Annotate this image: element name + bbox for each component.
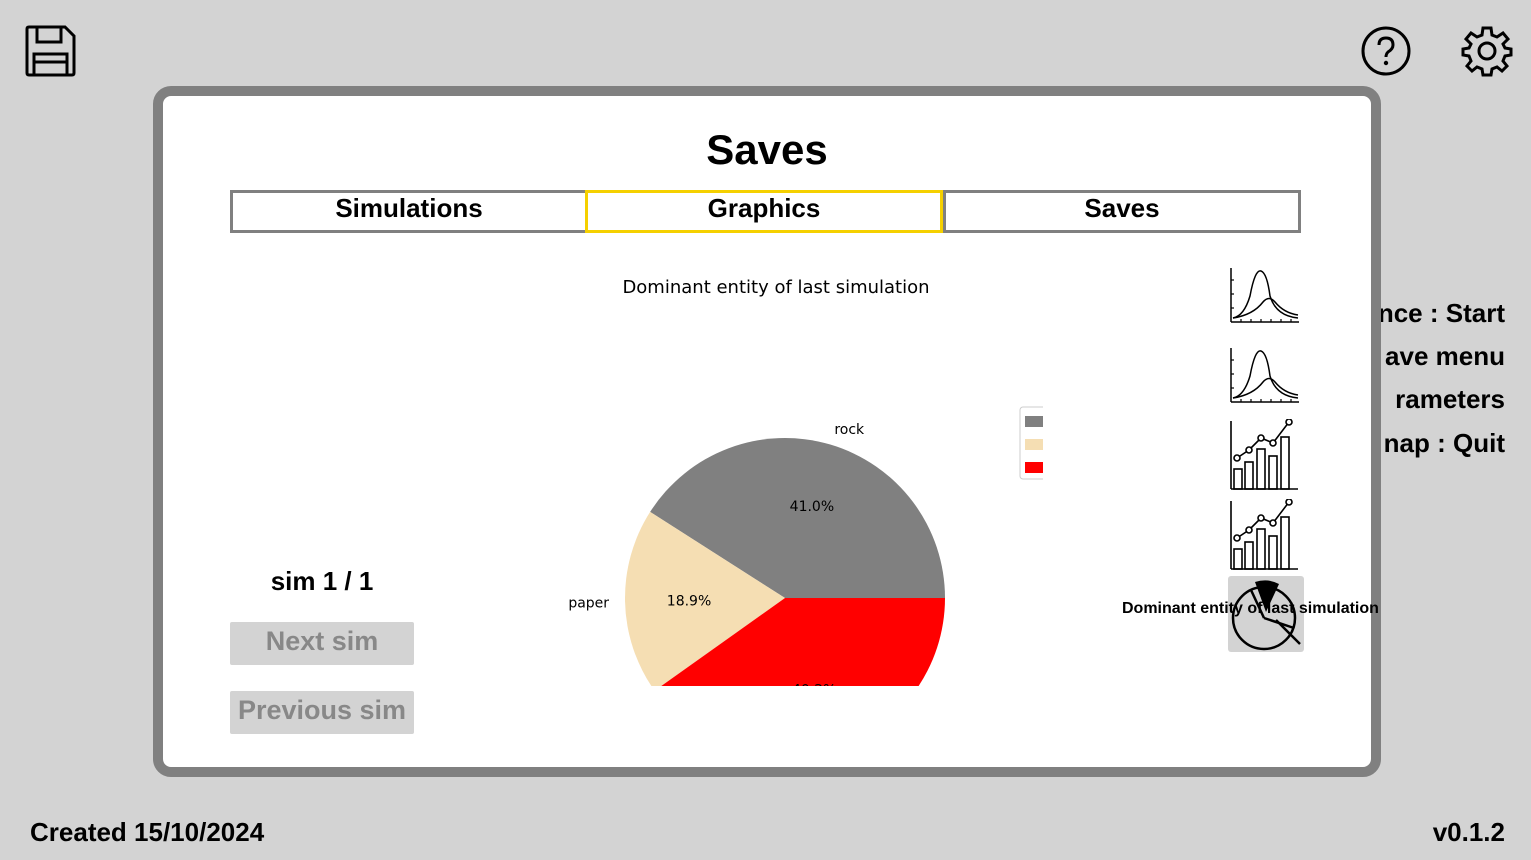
chart-legend: rockpaperscissors (1019, 406, 1043, 480)
legend-swatch-paper (1025, 439, 1043, 450)
help-icon[interactable] (1360, 25, 1412, 77)
pie-value-label-paper: 18.9% (667, 593, 711, 609)
chart-title: Dominant entity of last simulation (622, 277, 929, 298)
legend-swatch-scissors (1025, 462, 1043, 473)
modal-title: Saves (706, 126, 828, 173)
chart-thumbnail-distribution-2[interactable] (1228, 346, 1300, 404)
help-line-start: nce : Start (1377, 298, 1505, 328)
created-date: Created 15/10/2024 (30, 817, 265, 847)
pie-value-label-rock: 41.0% (790, 499, 834, 515)
help-line-quit: nap : Quit (1383, 428, 1505, 458)
chart-thumbnail-distribution-1[interactable] (1228, 266, 1300, 324)
version-label: v0.1.2 (1432, 817, 1505, 847)
selected-thumbnail-label: Dominant entity of last simulation (1122, 600, 1379, 617)
previous-sim-button[interactable]: Previous sim (230, 691, 414, 734)
pie-chart: Dominant entity of last simulation 41.0%… (568, 277, 1043, 686)
legend-swatch-rock (1025, 416, 1043, 427)
tab-graphics[interactable]: Graphics (585, 190, 943, 233)
pie-category-label-rock: rock (834, 422, 865, 438)
gear-icon[interactable] (1460, 24, 1514, 78)
chart-thumbnail-bar-line-1[interactable] (1228, 419, 1300, 491)
tab-simulations[interactable]: Simulations (230, 190, 588, 233)
next-sim-button[interactable]: Next sim (230, 622, 414, 665)
pie-category-label-paper: paper (568, 595, 609, 611)
saves-modal: Saves Simulations Graphics Saves sim 1 /… (153, 86, 1381, 777)
floppy-disk-icon[interactable] (25, 25, 77, 77)
tab-saves[interactable]: Saves (943, 190, 1301, 233)
help-line-save-menu: ave menu (1385, 341, 1505, 371)
chart-thumbnail-bar-line-2[interactable] (1228, 499, 1300, 571)
tab-bar: Simulations Graphics Saves (230, 190, 1306, 233)
pie-value-label-scissors: 40.2% (792, 682, 836, 686)
help-line-parameters: rameters (1395, 384, 1505, 414)
sim-counter: sim 1 / 1 (270, 566, 374, 596)
